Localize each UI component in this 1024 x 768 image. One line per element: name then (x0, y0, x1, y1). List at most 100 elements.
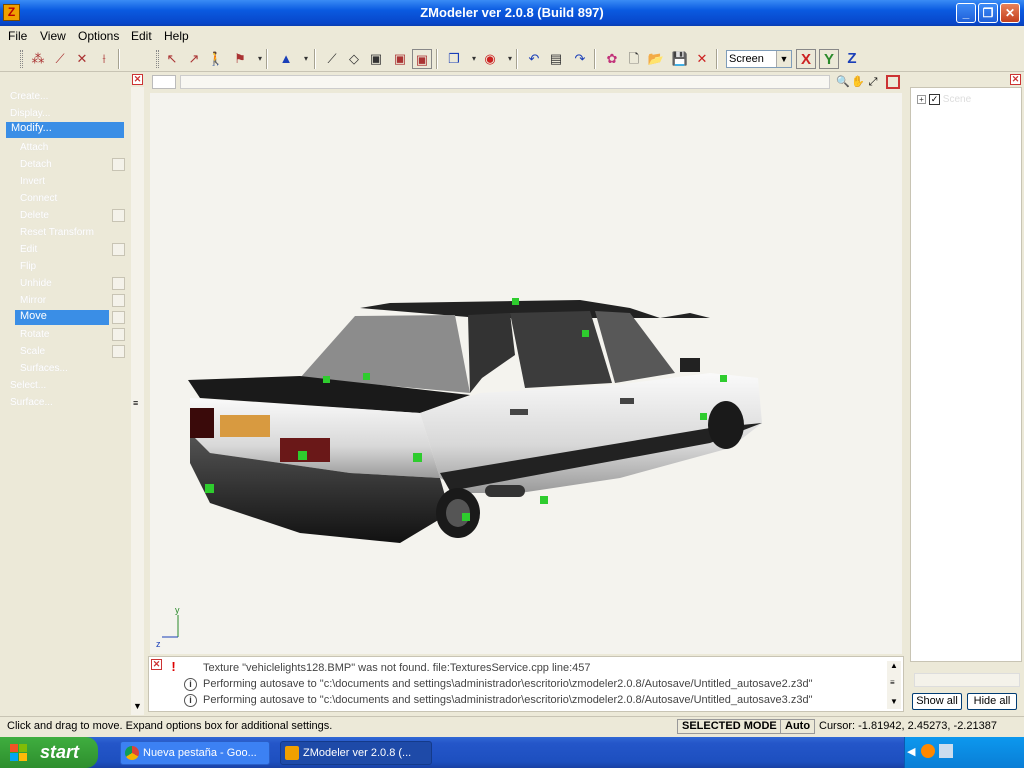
viewport-tab[interactable] (152, 75, 176, 89)
start-button[interactable]: start (0, 737, 98, 768)
command-connect[interactable]: Connect (20, 193, 57, 208)
menu-edit[interactable]: Edit (131, 29, 152, 43)
command-modify[interactable]: Modify... (6, 122, 124, 138)
close-icon[interactable]: ✕ (151, 659, 162, 670)
select-object-icon[interactable]: ⟊ (94, 49, 114, 69)
chevron-down-icon[interactable]: ▾ (296, 49, 316, 69)
axis-y-toggle[interactable]: Y (819, 49, 839, 69)
open-folder-icon[interactable]: 📂 (646, 49, 666, 69)
scroll-down-icon[interactable]: ▼ (133, 701, 142, 711)
axis-z-toggle[interactable]: Z (842, 49, 862, 69)
command-attach[interactable]: Attach (20, 142, 48, 157)
close-icon[interactable]: ✕ (1010, 74, 1021, 85)
pointer-tool-icon[interactable]: ↖ (162, 49, 182, 69)
select-face-icon[interactable]: ✕ (72, 49, 92, 69)
cone-icon[interactable]: ▲ (276, 49, 296, 69)
expand-icon[interactable]: + (917, 95, 926, 104)
zoom-icon[interactable]: 🔍 (836, 75, 850, 89)
cube-select-icon[interactable]: ▣ (390, 49, 410, 69)
toolbar-separator (266, 49, 268, 69)
taskbar-item-zmodeler[interactable]: ZModeler ver 2.0.8 (... (280, 741, 432, 765)
redo-icon[interactable]: ↷ (570, 49, 590, 69)
command-scale[interactable]: Scale (20, 346, 45, 361)
scroll-down-icon[interactable]: ▼ (890, 697, 898, 706)
option-box[interactable] (112, 294, 125, 307)
close-button[interactable]: ✕ (1000, 3, 1020, 23)
log-scrollbar[interactable]: ▲ ≡ ▼ (887, 661, 901, 709)
taskbar-item-chrome[interactable]: Nueva pestaña - Goo... (120, 741, 270, 765)
3d-viewport[interactable]: y z (150, 93, 902, 654)
menu-help[interactable]: Help (164, 29, 189, 43)
save-icon[interactable]: 💾 (670, 49, 690, 69)
option-box[interactable] (112, 209, 125, 222)
undo-icon[interactable]: ↶ (524, 49, 544, 69)
command-mirror[interactable]: Mirror (20, 295, 46, 310)
material-icon[interactable]: ✿ (602, 49, 622, 69)
option-box[interactable] (112, 328, 125, 341)
cube-active-icon[interactable]: ▣ (412, 49, 432, 69)
menu-options[interactable]: Options (78, 29, 119, 43)
tray-app-icon[interactable] (921, 744, 935, 758)
delete-icon[interactable]: ✕ (692, 49, 712, 69)
command-move[interactable]: Move (15, 310, 109, 325)
command-rotate[interactable]: Rotate (20, 329, 49, 344)
selected-mode-indicator[interactable]: SELECTED MODE (677, 719, 782, 734)
paint-icon[interactable]: ◉ (480, 49, 500, 69)
tray-network-icon[interactable] (939, 744, 953, 758)
command-panel-scrollbar[interactable]: ≡ ▼ (131, 87, 144, 715)
create-vertex-icon[interactable]: ⟋ (322, 49, 342, 69)
command-flip[interactable]: Flip (20, 261, 36, 276)
menu-view[interactable]: View (40, 29, 66, 43)
group-tool-icon[interactable]: ⚑ (230, 49, 250, 69)
new-file-icon[interactable]: 🗋 (624, 49, 644, 69)
command-delete[interactable]: Delete (20, 210, 49, 225)
command-display[interactable]: Display... (10, 108, 50, 123)
menu-file[interactable]: File (8, 29, 27, 43)
walk-tool-icon[interactable]: 🚶 (206, 49, 226, 69)
history-icon[interactable]: ▤ (546, 49, 566, 69)
maximize-button[interactable]: ❐ (978, 3, 998, 23)
command-reset-transform[interactable]: Reset Transform (20, 227, 94, 242)
cube-wire-icon[interactable]: ◇ (344, 49, 364, 69)
scroll-up-icon[interactable]: ▲ (890, 661, 898, 670)
close-icon[interactable]: ✕ (132, 74, 143, 85)
tray-expand-icon[interactable]: ◀ (907, 745, 915, 758)
scene-tree-root[interactable]: + ✓ Scene (917, 94, 971, 107)
option-box[interactable] (112, 277, 125, 290)
command-unhide[interactable]: Unhide (20, 278, 52, 293)
command-create[interactable]: Create... (10, 91, 48, 106)
command-invert[interactable]: Invert (20, 176, 45, 191)
scroll-grip-icon[interactable]: ≡ (133, 399, 138, 408)
option-box[interactable] (112, 311, 125, 324)
zmodeler-icon (285, 746, 299, 760)
view-mode-select[interactable]: Screen ▼ (726, 50, 792, 68)
command-detach[interactable]: Detach (20, 159, 52, 174)
hide-all-button[interactable]: Hide all (967, 693, 1017, 710)
option-box[interactable] (112, 243, 125, 256)
axis-x-toggle[interactable]: X (796, 49, 816, 69)
lasso-tool-icon[interactable]: ↗ (184, 49, 204, 69)
cube-icon[interactable]: ▣ (366, 49, 386, 69)
scroll-grip-icon[interactable]: ≡ (890, 679, 895, 687)
select-edge-icon[interactable]: ⟋ (50, 49, 70, 69)
toolbar-grip[interactable] (156, 50, 159, 68)
show-all-button[interactable]: Show all (912, 693, 962, 710)
chevron-down-icon[interactable]: ▼ (776, 51, 791, 67)
command-edit[interactable]: Edit (20, 244, 37, 259)
command-surfaces[interactable]: Surfaces... (20, 363, 68, 378)
viewport-label (180, 75, 830, 89)
visibility-checkbox[interactable]: ✓ (929, 94, 940, 105)
option-box[interactable] (112, 158, 125, 171)
copy-icon[interactable]: ❐ (444, 49, 464, 69)
minimize-button[interactable]: _ (956, 3, 976, 23)
scene-tree-hscrollbar[interactable] (914, 673, 1020, 687)
pan-icon[interactable]: ✋ (851, 75, 865, 89)
command-select[interactable]: Select... (10, 380, 46, 395)
option-box[interactable] (112, 345, 125, 358)
rotate-view-icon[interactable]: ⤢ (866, 75, 880, 89)
maximize-viewport-icon[interactable] (886, 75, 900, 89)
auto-mode-indicator[interactable]: Auto (780, 719, 816, 734)
command-surface[interactable]: Surface... (10, 397, 53, 412)
toolbar-grip[interactable] (20, 50, 23, 68)
select-vertex-icon[interactable]: ⁂ (28, 49, 48, 69)
